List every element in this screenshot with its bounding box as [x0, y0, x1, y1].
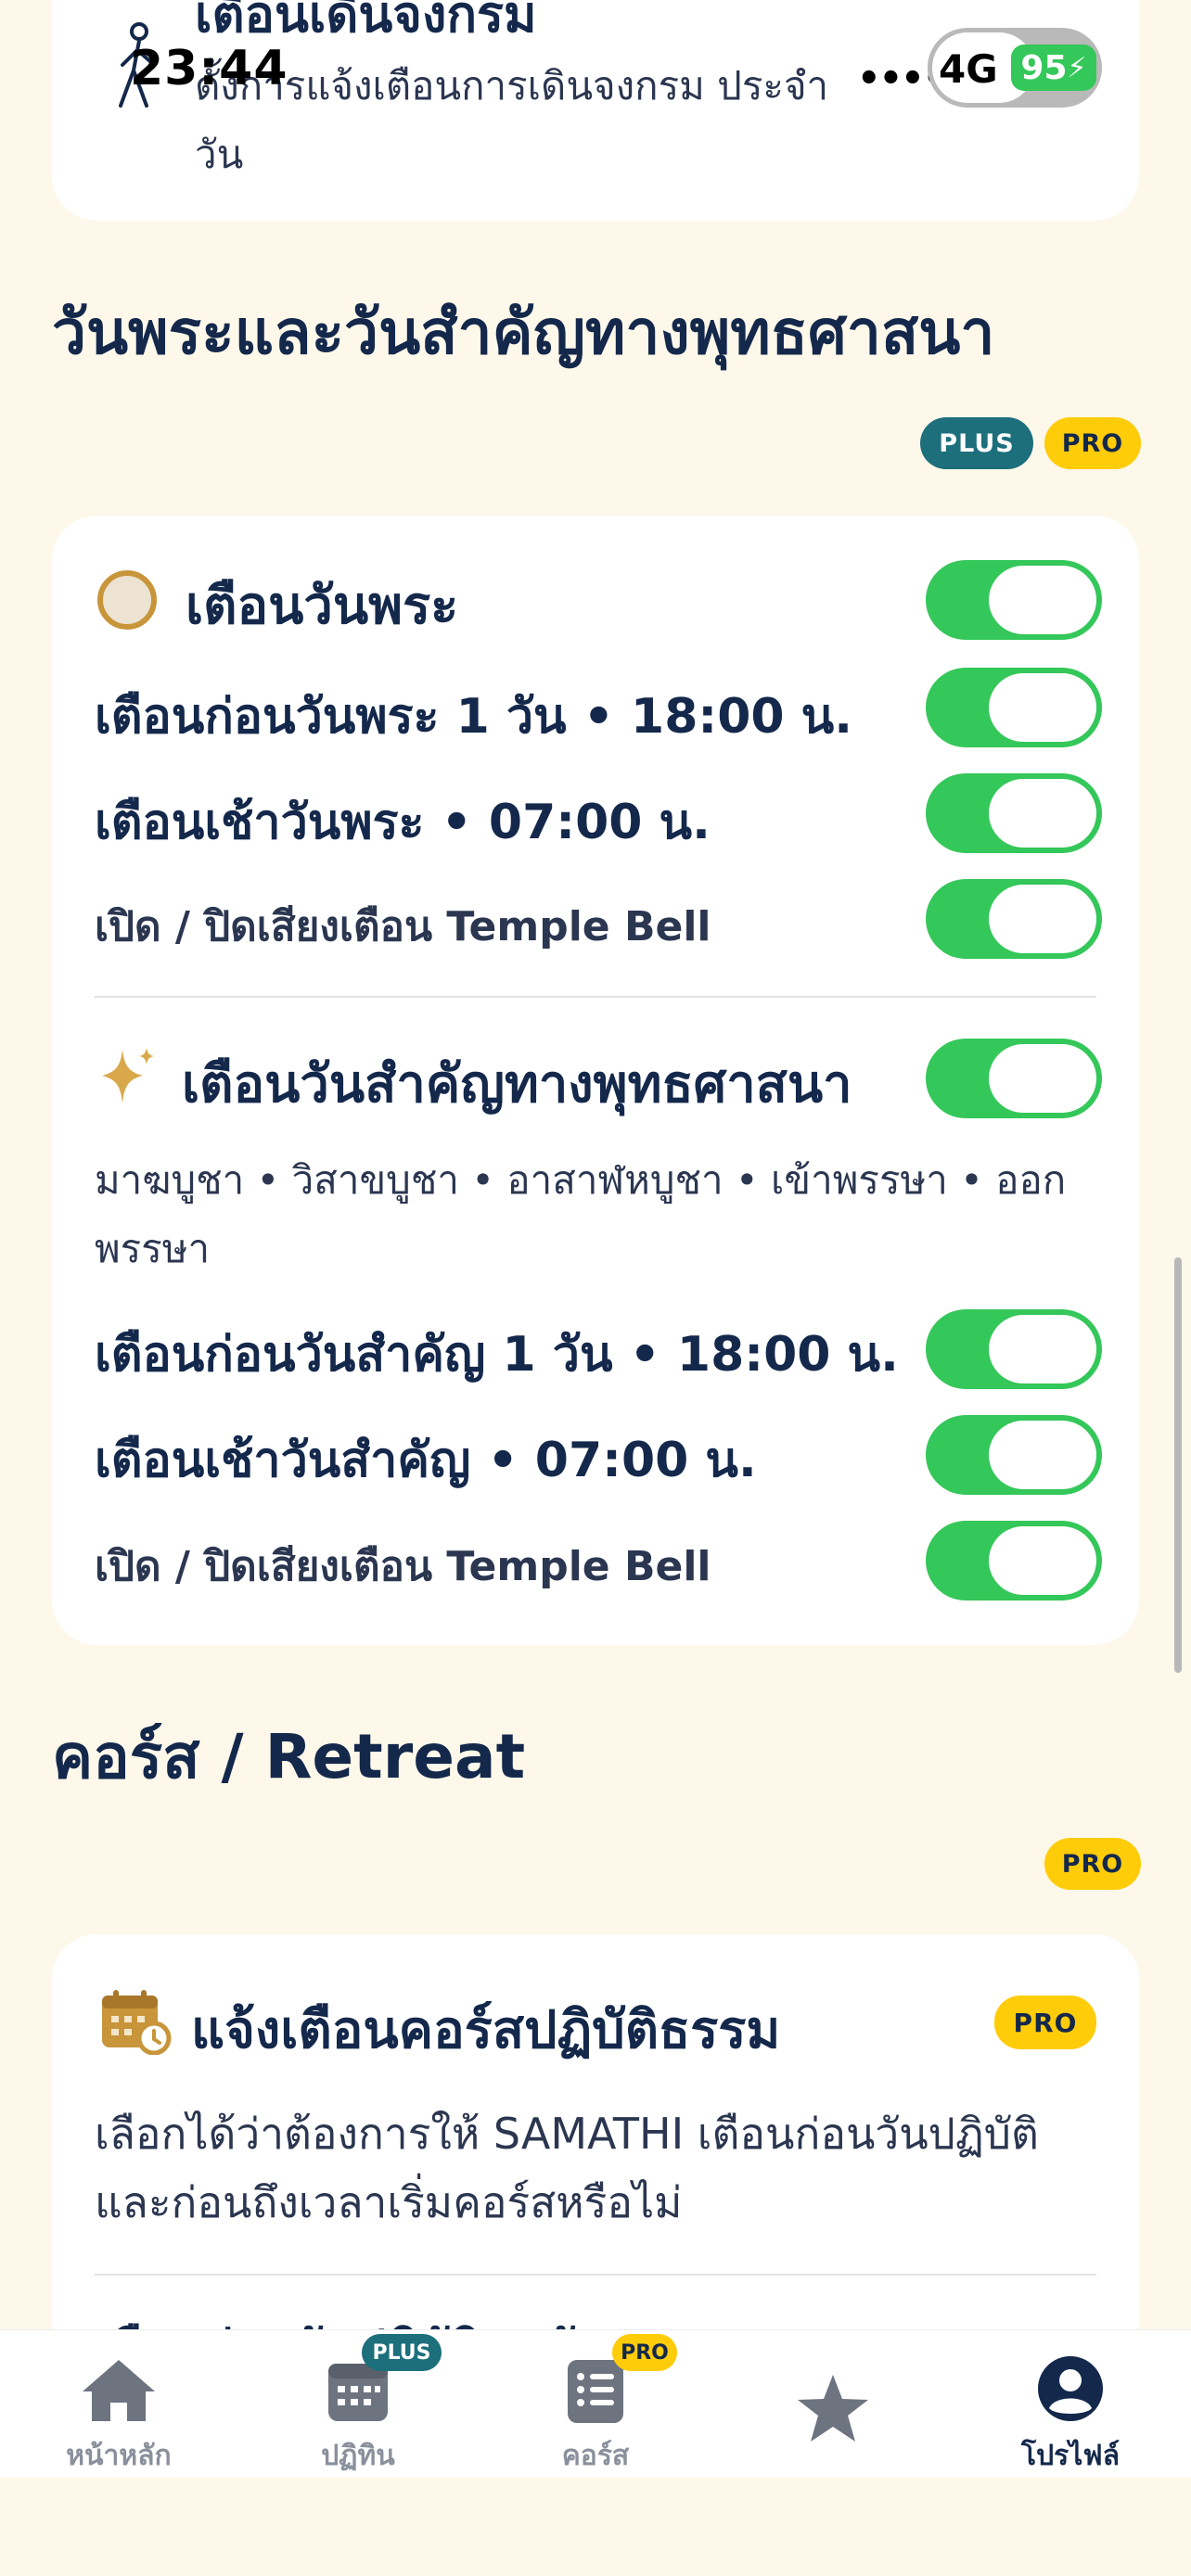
retreat-pro-badge: PRO: [1044, 1838, 1141, 1890]
network-type: 4G: [939, 46, 998, 92]
uposatha-before-label: เตือนก่อนวันพระ 1 วัน • 18:00 น.: [95, 689, 852, 745]
nav-calendar-badge: PLUS: [362, 2334, 442, 2371]
pro-badge: PRO: [1044, 417, 1141, 469]
nav-profile-label: โปรไฟล์: [1021, 2440, 1120, 2472]
plus-badge: PLUS: [920, 417, 1033, 469]
battery-level: 95: [1020, 48, 1068, 87]
nav-favorites[interactable]: [740, 2330, 926, 2479]
home-icon: [83, 2360, 155, 2421]
retreat-card-title: แจ้งเตือนคอร์สปฏิบัติธรรม: [191, 2000, 781, 2060]
nav-course[interactable]: PRO คอร์ส: [503, 2330, 688, 2479]
battery-icon: 95 ⚡: [1011, 45, 1096, 91]
important-sound-toggle[interactable]: [926, 1521, 1102, 1600]
important-morning-label: เตือนเช้าวันสำคัญ • 07:00 น.: [95, 1433, 757, 1488]
important-days-title: เตือนวันสำคัญทางพุทธศาสนา: [182, 1054, 852, 1115]
nav-home[interactable]: หน้าหลัก: [26, 2330, 211, 2479]
star-icon: [798, 2375, 868, 2442]
status-bar: 23:44 •••• 4G 95 ⚡: [0, 0, 1191, 139]
nav-course-label: คอร์ส: [561, 2440, 630, 2472]
status-time: 23:44: [130, 41, 288, 96]
uposatha-title: เตือนวันพระ: [186, 576, 459, 636]
course-icon: [568, 2360, 623, 2423]
retreat-card-pro-badge: PRO: [994, 1996, 1096, 2049]
uposatha-toggle[interactable]: [926, 560, 1102, 640]
sparkle-icon: [102, 1048, 154, 1103]
notification-settings-screen: เตือนเดินจงกรม ตั้งการแจ้งเตือนการเดินจง…: [0, 0, 1191, 2576]
divider: [95, 2274, 1096, 2276]
retreat-card-description: เลือกได้ว่าต้องการให้ SAMATHI เตือนก่อนว…: [95, 2109, 1039, 2227]
nav-profile[interactable]: โปรไฟล์: [978, 2330, 1163, 2479]
buddhist-days-section-title: วันพระและวันสำคัญทางพุทธศาสนา: [52, 297, 995, 368]
important-before-toggle[interactable]: [926, 1309, 1102, 1389]
calendar-clock-icon: [102, 1990, 172, 2055]
uposatha-sound-label: เปิด / ปิดเสียงเตือน Temple Bell: [95, 903, 711, 950]
uposatha-morning-label: เตือนเช้าวันพระ • 07:00 น.: [95, 795, 711, 850]
moon-icon: [97, 570, 157, 630]
important-days-toggle[interactable]: [926, 1039, 1102, 1118]
nav-calendar[interactable]: PLUS ปฏิทิน: [265, 2330, 451, 2479]
uposatha-morning-toggle[interactable]: [926, 773, 1102, 853]
uposatha-sound-toggle[interactable]: [926, 879, 1102, 959]
uposatha-before-toggle[interactable]: [926, 668, 1102, 747]
profile-icon: [1038, 2356, 1103, 2421]
important-morning-toggle[interactable]: [926, 1415, 1102, 1495]
home-indicator-area: [0, 2478, 1191, 2576]
scrollbar[interactable]: [1174, 1257, 1182, 1673]
important-sound-label: เปิด / ปิดเสียงเตือน Temple Bell: [95, 1543, 711, 1590]
important-before-label: เตือนก่อนวันสำคัญ 1 วัน • 18:00 น.: [95, 1327, 899, 1383]
nav-calendar-label: ปฏิทิน: [321, 2440, 395, 2472]
nav-home-label: หน้าหลัก: [66, 2440, 172, 2472]
retreat-section-title: คอร์ส / Retreat: [52, 1721, 526, 1792]
divider: [95, 996, 1096, 998]
bottom-nav: หน้าหลัก PLUS ปฏิทิน PRO คอร์ส โปรไฟล์: [0, 2329, 1191, 2478]
nav-course-badge: PRO: [612, 2334, 677, 2371]
important-days-list: มาฆบูชา • วิสาขบูชา • อาสาฬหบูชา • เข้าพ…: [95, 1157, 1067, 1271]
